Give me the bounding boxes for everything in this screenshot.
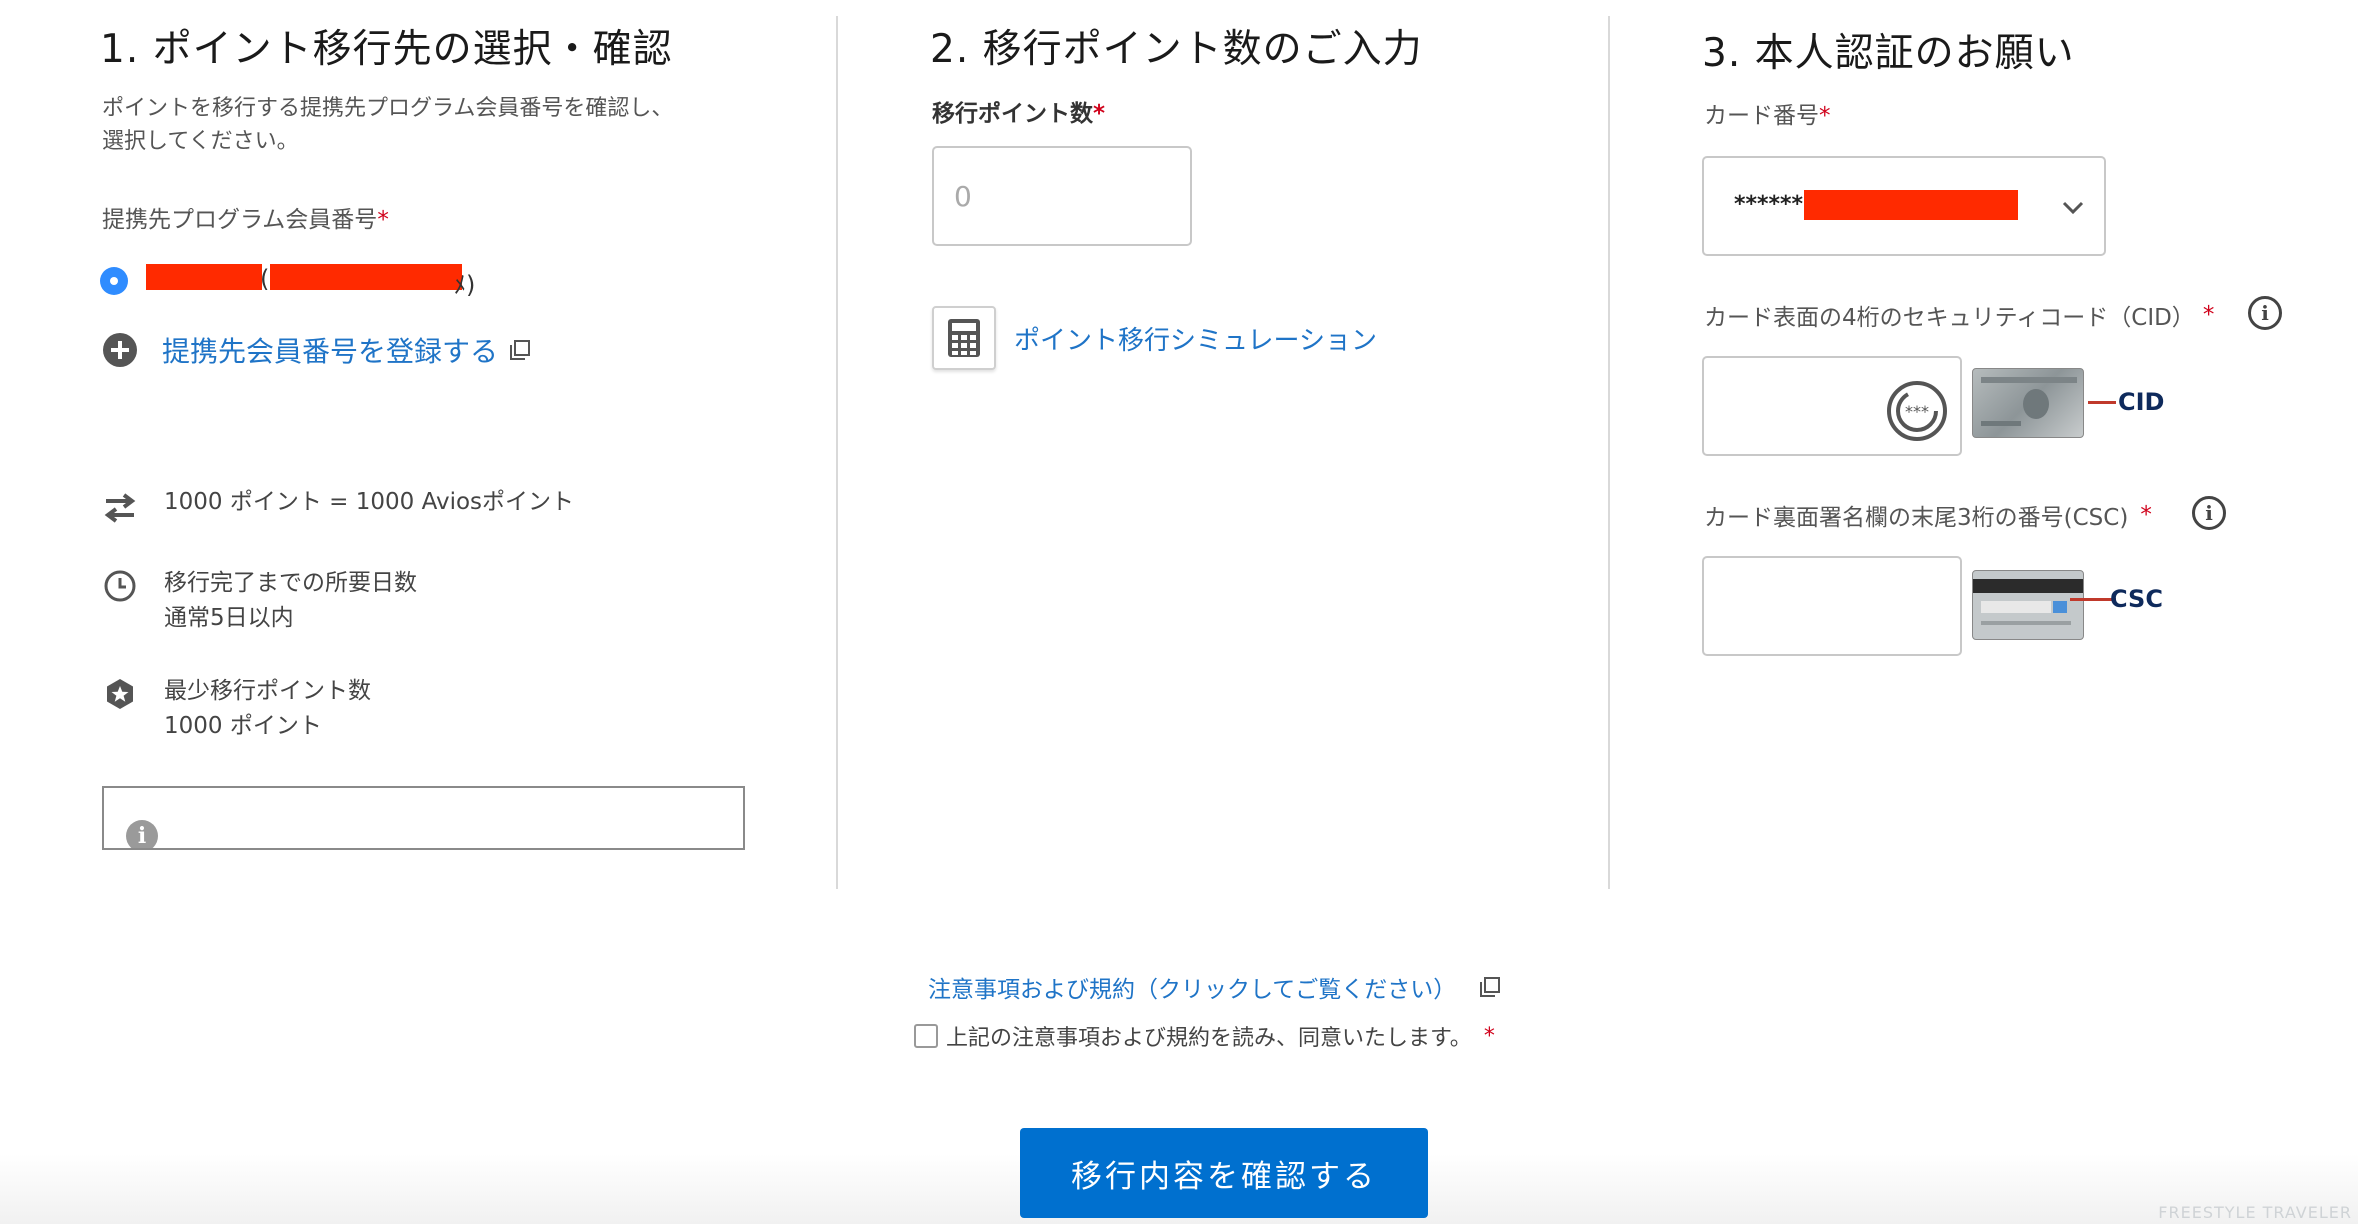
transfer-days-title: 移行完了までの所要日数: [164, 570, 417, 596]
member-suffix-open: (: [260, 265, 270, 293]
notice-box: i: [102, 786, 745, 850]
cid-dots: ***: [1905, 402, 1929, 421]
column-divider-2: [1608, 16, 1610, 889]
redacted-member-name: [270, 264, 462, 290]
star-badge-icon: [100, 674, 140, 714]
cid-pointer-line: [2088, 401, 2116, 404]
card-front-image: [1972, 368, 2084, 438]
step1-desc-line1: ポイントを移行する提携先プログラム会員番号を確認し、: [102, 96, 674, 121]
step3-heading: 3. 本人認証のお願い: [1702, 31, 2075, 76]
simulation-link-text[interactable]: ポイント移行シミュレーション: [1014, 320, 1377, 357]
redacted-member-number: [146, 264, 262, 290]
cid-info-icon[interactable]: i: [2248, 296, 2282, 330]
card-number-masked: ******: [1734, 192, 1804, 217]
plus-circle-icon: [102, 332, 138, 368]
clock-icon: [100, 566, 140, 606]
agree-label: 上記の注意事項および規約を読み、同意いたします。: [946, 1026, 1472, 1051]
fingerprint-icon: ***: [1886, 380, 1948, 442]
required-mark: *: [377, 207, 389, 233]
transfer-points-label: 移行ポイント数*: [932, 94, 1105, 128]
member-radio-option[interactable]: ( ﾒ): [100, 262, 475, 302]
step1-heading: 1. ポイント移行先の選択・確認: [100, 27, 673, 72]
member-number-label: 提携先プログラム会員番号*: [102, 200, 389, 234]
step1-description: ポイントを移行する提携先プログラム会員番号を確認し、 選択してください。: [102, 92, 673, 158]
chevron-down-icon: [2060, 194, 2086, 220]
agree-row[interactable]: 上記の注意事項および規約を読み、同意いたします。 *: [914, 1020, 1495, 1052]
terms-link-text[interactable]: 注意事項および規約（クリックしてご覧ください）: [928, 970, 1456, 1004]
info-icon: i: [126, 820, 158, 848]
card-number-label: カード番号*: [1704, 96, 1831, 130]
member-radio-button[interactable]: [100, 267, 128, 295]
exchange-rate-text: 1000 ポイント = 1000 Aviosポイント: [164, 489, 575, 515]
exchange-rate-row: 1000 ポイント = 1000 Aviosポイント: [100, 487, 574, 527]
required-mark: *: [1093, 101, 1106, 127]
cid-badge: CID: [2118, 388, 2165, 416]
column-divider-1: [836, 16, 838, 889]
cid-label-text: カード表面の4桁のセキュリティコード（CID）: [1704, 305, 2195, 331]
required-mark: *: [1819, 103, 1831, 129]
register-member-link-text[interactable]: 提携先会員番号を登録する: [162, 330, 498, 370]
csc-info-icon[interactable]: i: [2192, 496, 2226, 530]
confirm-transfer-button[interactable]: 移行内容を確認する: [1020, 1128, 1428, 1218]
transfer-points-label-text: 移行ポイント数: [932, 101, 1093, 127]
register-member-link[interactable]: 提携先会員番号を登録する: [102, 330, 532, 370]
card-number-label-text: カード番号: [1704, 103, 1819, 129]
transfer-days-row: 移行完了までの所要日数 通常5日以内: [100, 566, 417, 636]
cid-input[interactable]: ***: [1702, 356, 1962, 456]
required-mark: *: [2140, 502, 2152, 528]
minimum-points-value: 1000 ポイント: [164, 713, 322, 739]
external-link-icon: [1478, 975, 1502, 999]
minimum-points-row: 最少移行ポイント数 1000 ポイント: [100, 674, 371, 744]
minimum-points-title: 最少移行ポイント数: [164, 678, 371, 704]
transfer-points-input[interactable]: 0: [932, 146, 1192, 246]
required-mark: *: [2202, 302, 2215, 328]
member-suffix-close: ﾒ): [454, 271, 476, 299]
csc-badge: CSC: [2110, 585, 2163, 613]
cid-label: カード表面の4桁のセキュリティコード（CID） *: [1704, 298, 2214, 332]
simulation-link[interactable]: ポイント移行シミュレーション: [932, 306, 1377, 370]
card-number-select[interactable]: ******: [1702, 156, 2106, 256]
transfer-days-value: 通常5日以内: [164, 605, 294, 631]
terms-link[interactable]: 注意事項および規約（クリックしてご覧ください）: [928, 970, 1502, 1004]
step2-heading: 2. 移行ポイント数のご入力: [930, 27, 1423, 72]
card-back-image: [1972, 570, 2084, 640]
member-number-label-text: 提携先プログラム会員番号: [102, 207, 378, 233]
csc-input[interactable]: [1702, 556, 1962, 656]
watermark: FREESTYLE TRAVELER: [2158, 1203, 2352, 1222]
agree-checkbox[interactable]: [914, 1024, 938, 1048]
required-mark: *: [1483, 1023, 1495, 1049]
transfer-points-placeholder: 0: [954, 180, 972, 213]
exchange-icon: [100, 487, 140, 527]
csc-label: カード裏面署名欄の末尾3桁の番号(CSC) *: [1704, 498, 2152, 532]
csc-label-text: カード裏面署名欄の末尾3桁の番号(CSC): [1704, 505, 2129, 531]
redacted-card-number: [1804, 190, 2018, 220]
step1-desc-line2: 選択してください。: [102, 129, 299, 154]
external-link-icon: [508, 338, 532, 362]
calculator-icon: [932, 306, 996, 370]
